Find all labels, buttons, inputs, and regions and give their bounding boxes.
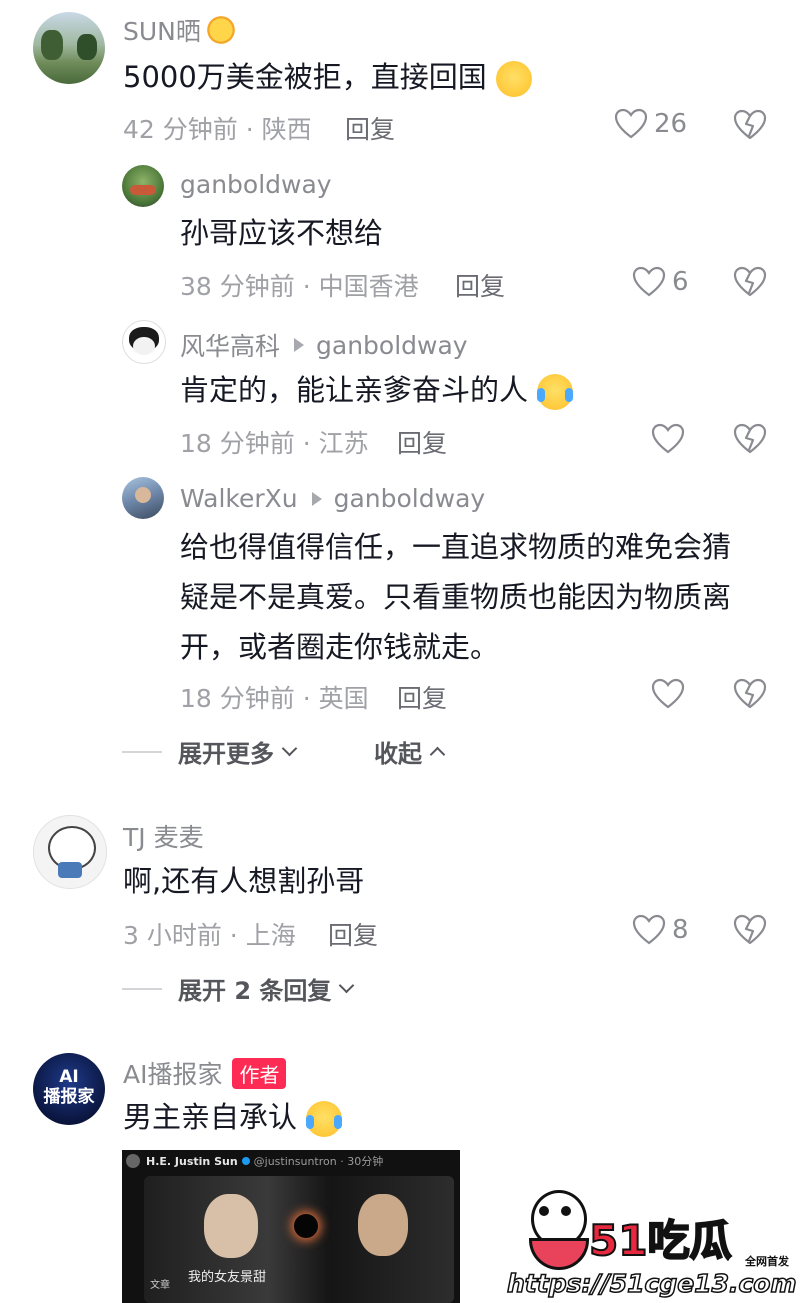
- verified-icon: [241, 1157, 250, 1165]
- comment-meta: 38 分钟前 · 中国香港: [180, 272, 419, 301]
- attached-image[interactable]: H.E. Justin Sun @justinsuntron · 30分钟 我的…: [122, 1150, 460, 1303]
- laughing-crying-emoji-icon: [306, 1101, 343, 1137]
- avatar[interactable]: [33, 815, 107, 889]
- like-button[interactable]: 8: [632, 914, 689, 946]
- username[interactable]: TJ 麦麦: [123, 818, 204, 854]
- chevron-down-icon: [339, 977, 355, 994]
- dislike-icon[interactable]: [733, 914, 767, 946]
- preview-label: 文章: [150, 1280, 170, 1291]
- author-badge: 作者: [232, 1057, 287, 1089]
- comment-text: 男主亲自承认: [123, 1092, 343, 1142]
- reply-button[interactable]: 回复: [328, 916, 378, 952]
- comment-text: 给也得值得信任，一直追求物质的难免会猜 疑是不是真爱。只看重物质也能因为物质离 …: [180, 530, 732, 664]
- heart-icon: [614, 108, 648, 139]
- sun-emoji-icon: [204, 14, 237, 46]
- comment-meta: 18 分钟前 · 英国: [180, 684, 369, 713]
- expand-replies-button[interactable]: 展开 2 条回复: [122, 971, 355, 1006]
- watermark-brand: 51吃瓜: [588, 1215, 732, 1266]
- comment-text: 5000万美金被拒，直接回国: [123, 52, 533, 102]
- mascot-icon: [525, 1190, 589, 1270]
- comment-meta: 42 分钟前 · 陕西: [123, 115, 312, 144]
- reply-arrow-icon: [311, 491, 322, 506]
- avatar[interactable]: [33, 12, 105, 84]
- avatar-logo-text: AI 播报家: [43, 1067, 95, 1107]
- like-count: 8: [672, 915, 689, 945]
- divider: [122, 987, 162, 990]
- reply-button[interactable]: 回复: [455, 267, 505, 303]
- comment-text: 孙哥应该不想给: [180, 216, 384, 250]
- reply-arrow-icon: [294, 338, 305, 352]
- watermark-url: https://51cge13.com: [506, 1268, 797, 1299]
- comment-text: 肯定的，能让亲爹奋斗的人: [180, 365, 574, 415]
- like-count: 6: [672, 267, 689, 297]
- laughing-crying-emoji-icon: [537, 374, 574, 410]
- username[interactable]: ganboldway: [180, 170, 332, 199]
- like-button[interactable]: 26: [614, 108, 687, 140]
- preview-caption: 我的女友景甜: [188, 1270, 267, 1285]
- reply-button[interactable]: 回复: [345, 110, 395, 146]
- avatar[interactable]: [122, 165, 164, 207]
- heart-icon[interactable]: [651, 678, 685, 710]
- dislike-icon[interactable]: [733, 423, 767, 455]
- divider: [122, 750, 162, 753]
- preview-header: H.E. Justin Sun @justinsuntron · 30分钟: [122, 1150, 460, 1172]
- dizzy-face-emoji-icon: [496, 61, 533, 97]
- chevron-up-icon: [429, 746, 446, 763]
- watermark: 51吃瓜 全网首发 https://51cge13.com: [505, 1185, 797, 1303]
- username[interactable]: AI播报家 作者: [123, 1055, 287, 1091]
- dislike-icon[interactable]: [733, 109, 767, 141]
- like-count: 26: [654, 109, 688, 139]
- username[interactable]: 风华高科 ganboldway: [180, 327, 468, 363]
- reply-button[interactable]: 回复: [397, 424, 447, 460]
- avatar[interactable]: [122, 320, 166, 364]
- collapse-button[interactable]: 收起: [374, 734, 446, 769]
- username[interactable]: WalkerXu ganboldway: [180, 484, 485, 513]
- heart-icon: [632, 266, 666, 297]
- reply-button[interactable]: 回复: [397, 679, 447, 715]
- dislike-icon[interactable]: [733, 678, 767, 710]
- preview-avatar: [126, 1154, 140, 1168]
- comment-meta: 18 分钟前 · 江苏: [180, 429, 369, 458]
- comment-meta: 3 小时前 · 上海: [123, 921, 296, 950]
- expand-more-button[interactable]: 展开更多: [122, 734, 298, 769]
- heart-icon[interactable]: [651, 423, 685, 455]
- watermark-tag: 全网首发: [745, 1255, 789, 1268]
- comment-text: 啊,还有人想割孙哥: [123, 864, 365, 898]
- dislike-icon[interactable]: [733, 266, 767, 298]
- avatar[interactable]: [122, 477, 164, 519]
- chevron-down-icon: [281, 740, 298, 757]
- preview-photo: 我的女友景甜 文章: [144, 1176, 454, 1303]
- username[interactable]: SUN晒: [123, 12, 237, 48]
- avatar[interactable]: AI 播报家: [33, 1053, 105, 1125]
- like-button[interactable]: 6: [632, 266, 689, 298]
- heart-icon: [632, 914, 666, 945]
